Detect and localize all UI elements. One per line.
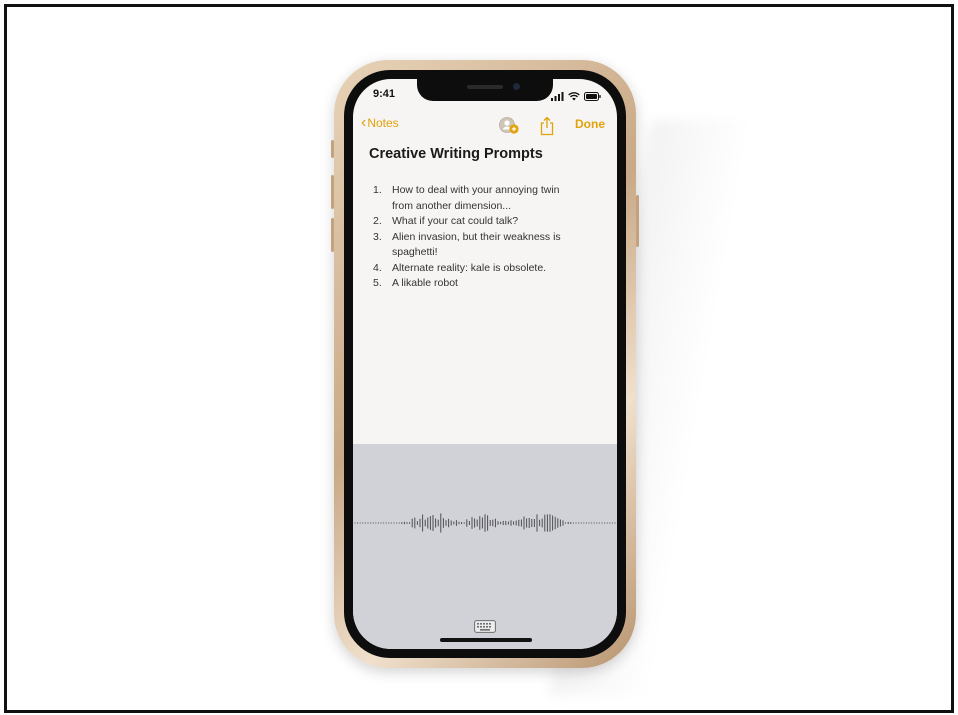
- keyboard-icon[interactable]: [474, 620, 496, 638]
- list-item-text: A likable robot: [392, 276, 458, 292]
- note-title: Creative Writing Prompts: [369, 146, 543, 162]
- list-item-line: A likable robot: [392, 277, 458, 289]
- dictation-waveform: [354, 513, 616, 533]
- add-person-icon[interactable]: [497, 117, 521, 140]
- list-item-number: 5.: [373, 277, 382, 289]
- list-item-text: Alien invasion, but their weakness is sp…: [392, 230, 561, 261]
- notch: [417, 79, 553, 101]
- back-button[interactable]: ‹ Notes: [361, 115, 399, 131]
- list-item: 5. A likable robot: [373, 276, 603, 292]
- list-item-number: 4.: [373, 261, 382, 274]
- list-item-text: What if your cat could talk?: [392, 214, 518, 230]
- volume-up-button: [331, 175, 334, 209]
- list-item: 1. How to deal with your annoying twin f…: [373, 183, 603, 214]
- silent-switch: [331, 140, 334, 158]
- volume-down-button: [331, 218, 334, 252]
- list-item-line: from another dimension...: [392, 199, 512, 212]
- list-item-number: 2.: [373, 215, 382, 227]
- list-item: 3. Alien invasion, but their weakness is…: [373, 230, 603, 261]
- dictation-panel: [353, 444, 617, 649]
- list-item-line: spaghetti!: [392, 246, 438, 258]
- list-item-text: Alternate reality: kale is obsolete.: [392, 261, 546, 277]
- earpiece-speaker: [467, 85, 503, 89]
- share-icon[interactable]: [539, 116, 555, 141]
- back-label: Notes: [367, 116, 399, 130]
- done-button[interactable]: Done: [575, 117, 605, 131]
- phone-screen: 9:41 ‹ Notes Done Creative Writing Promp…: [353, 79, 617, 649]
- list-item: 4. Alternate reality: kale is obsolete.: [373, 261, 603, 277]
- list-item-text: How to deal with your annoying twin from…: [392, 183, 560, 214]
- list-item-line: Alien invasion, but their weakness is: [392, 230, 561, 243]
- list-item-line: How to deal with your annoying twin: [392, 184, 560, 196]
- list-item-line: Alternate reality: kale is obsolete.: [392, 261, 547, 274]
- list-item-number: 1.: [373, 184, 382, 196]
- list-item-number: 3.: [373, 230, 382, 243]
- power-button: [636, 195, 639, 247]
- chevron-left-icon: ‹: [361, 114, 367, 131]
- list-item-line: What if your cat could talk?: [392, 215, 519, 227]
- status-time: 9:41: [373, 88, 396, 100]
- front-camera: [513, 83, 520, 90]
- navigation-bar: ‹ Notes Done: [353, 115, 617, 137]
- status-icons: [551, 88, 601, 106]
- home-indicator: [440, 638, 532, 642]
- cellular-signal-icon: [551, 88, 564, 106]
- list-item: 2. What if your cat could talk?: [373, 214, 603, 230]
- wifi-icon: [568, 88, 580, 106]
- note-list[interactable]: 1. How to deal with your annoying twin f…: [373, 183, 603, 292]
- battery-icon: [584, 88, 601, 106]
